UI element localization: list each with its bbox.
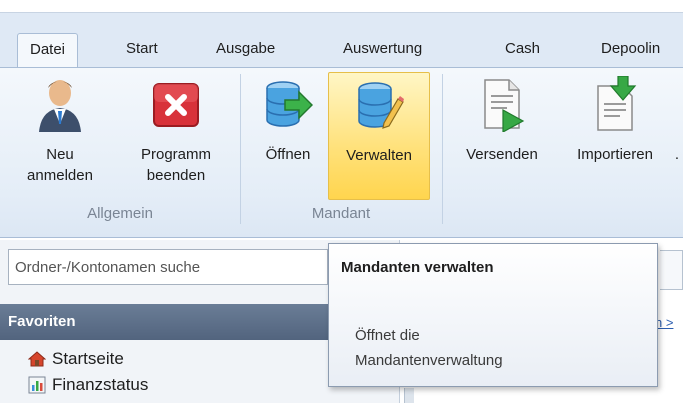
- import-document-icon: [597, 76, 637, 131]
- close-icon: [153, 83, 199, 127]
- open-database-icon: [266, 81, 313, 127]
- tab-start[interactable]: Start: [114, 33, 170, 69]
- verwalten-button[interactable]: Verwalten: [328, 72, 430, 200]
- home-icon: [28, 351, 46, 367]
- tab-depoolin[interactable]: Depoolin: [589, 33, 672, 69]
- tooltip-description: Öffnet die Mandantenverwaltung: [355, 327, 503, 369]
- ribbon-tab-bar: Datei Start Ausgabe Auswertung Cash Depo…: [0, 12, 683, 70]
- folder-account-search-input[interactable]: [8, 249, 328, 285]
- neu-anmelden-button[interactable]: Neu anmelden: [14, 72, 106, 200]
- edit-database-icon: [358, 82, 404, 129]
- tab-datei[interactable]: Datei: [17, 33, 79, 70]
- content-header-edge: [660, 250, 683, 290]
- group-separator: [442, 74, 443, 224]
- programm-beenden-button[interactable]: Programm beenden: [126, 72, 226, 200]
- tab-ausgabe[interactable]: Ausgabe: [204, 33, 287, 69]
- importieren-button[interactable]: Importieren: [563, 72, 667, 200]
- importieren-label: Importieren: [577, 146, 653, 163]
- group-label-allgemein: Allgemein: [87, 205, 153, 222]
- more-buttons-button[interactable]: .: [671, 72, 683, 200]
- send-document-icon: [484, 79, 525, 132]
- oeffnen-label: Öffnen: [265, 146, 311, 163]
- tooltip-title: Mandanten verwalten: [341, 259, 494, 276]
- tab-auswertung[interactable]: Auswertung: [331, 33, 434, 69]
- programm-beenden-label: Programm beenden: [140, 146, 211, 184]
- vertical-scrollbar[interactable]: [404, 388, 414, 403]
- tooltip-mandanten-verwalten: Mandanten verwalten Öffnet die Mandanten…: [328, 243, 658, 387]
- group-label-mandant: Mandant: [311, 205, 371, 222]
- versenden-label: Versenden: [466, 146, 538, 163]
- ribbon-panel: Neu anmelden Programm beenden Allgemein Öf…: [0, 67, 683, 238]
- bar-chart-icon: [28, 376, 46, 394]
- oeffnen-button[interactable]: Öffnen: [252, 72, 324, 200]
- nav-item-label: Finanzstatus: [52, 375, 149, 394]
- neu-anmelden-label: Neu anmelden: [27, 146, 93, 184]
- tab-cash[interactable]: Cash: [493, 33, 552, 69]
- user-icon: [39, 80, 81, 132]
- verwalten-label: Verwalten: [346, 147, 412, 164]
- versenden-button[interactable]: Versenden: [452, 72, 552, 200]
- more-buttons-label: .: [674, 146, 680, 163]
- group-separator: [240, 74, 241, 224]
- window-top-strip: [0, 0, 683, 12]
- nav-item-label: Startseite: [52, 349, 124, 368]
